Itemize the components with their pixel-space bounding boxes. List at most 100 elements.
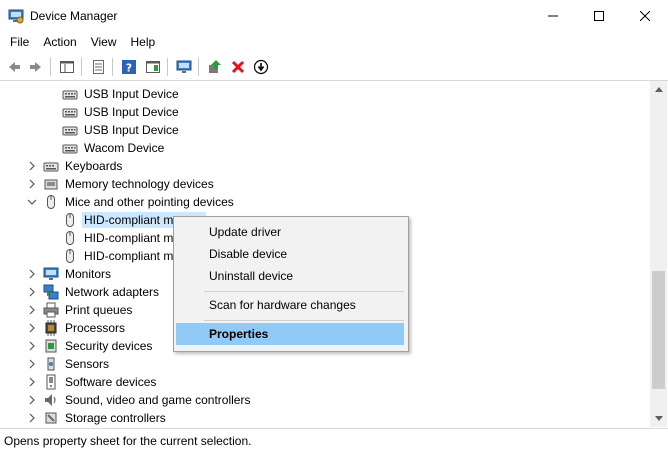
hid-keyboard-icon [62, 122, 78, 138]
monitor-icon[interactable] [174, 57, 194, 77]
chevron-right-icon[interactable] [26, 304, 38, 316]
keyboard-icon [43, 158, 59, 174]
hid-keyboard-icon [62, 86, 78, 102]
security-device-icon [43, 338, 59, 354]
chevron-right-icon[interactable] [26, 340, 38, 352]
storage-controller-icon [43, 410, 59, 426]
toolbar: ? [0, 54, 668, 81]
title-bar: Device Manager [0, 0, 668, 32]
menu-item-label: Uninstall device [209, 269, 294, 283]
device-manager-icon [8, 8, 24, 24]
scroll-down-icon[interactable] [650, 410, 667, 427]
chevron-right-icon[interactable] [26, 178, 38, 190]
minimize-button[interactable] [530, 0, 576, 32]
memory-card-icon [43, 176, 59, 192]
hid-keyboard-icon [62, 140, 78, 156]
tree-item[interactable]: USB Input Device [0, 103, 650, 121]
chevron-down-icon[interactable] [26, 196, 38, 208]
back-icon[interactable] [4, 57, 24, 77]
menu-action[interactable]: Action [36, 32, 83, 52]
menu-file[interactable]: File [0, 32, 36, 52]
tree-item-label: HID-compliant m [84, 231, 174, 245]
menu-item-label: Update driver [209, 225, 282, 239]
menu-item-disable-device[interactable]: Disable device [176, 243, 404, 265]
mouse-icon [62, 230, 78, 246]
scrollbar-thumb[interactable] [652, 271, 665, 389]
tree-item-label: USB Input Device [84, 123, 179, 137]
update-driver-icon[interactable] [205, 57, 225, 77]
menu-view[interactable]: View [84, 32, 124, 52]
tree-category-storage[interactable]: Storage controllers [0, 409, 650, 427]
chevron-right-icon[interactable] [26, 160, 38, 172]
chevron-right-icon[interactable] [26, 376, 38, 388]
tree-item-label: Sound, video and game controllers [65, 393, 251, 407]
printer-icon [43, 302, 59, 318]
menu-item-update-driver[interactable]: Update driver [176, 221, 404, 243]
tree-item-label: Processors [65, 321, 126, 335]
show-hide-console-tree-icon[interactable] [57, 57, 77, 77]
svg-text:?: ? [126, 62, 132, 75]
menu-separator [204, 291, 404, 292]
properties-icon[interactable] [88, 57, 108, 77]
uninstall-icon[interactable] [228, 57, 248, 77]
tree-item[interactable]: USB Input Device [0, 121, 650, 139]
status-bar: Opens property sheet for the current sel… [0, 428, 668, 453]
chevron-right-icon[interactable] [26, 322, 38, 334]
menu-item-label: Properties [209, 327, 269, 341]
chevron-right-icon[interactable] [26, 286, 38, 298]
software-device-icon [43, 374, 59, 390]
action-pane-icon[interactable] [143, 57, 163, 77]
tree-category-sensors[interactable]: Sensors [0, 355, 650, 373]
tree-item-label: Monitors [65, 267, 112, 281]
tree-item-label: Software devices [65, 375, 157, 389]
chevron-right-icon[interactable] [26, 358, 38, 370]
speaker-icon [43, 392, 59, 408]
tree-category-memory[interactable]: Memory technology devices [0, 175, 650, 193]
menu-help[interactable]: Help [124, 32, 163, 52]
chevron-right-icon[interactable] [26, 394, 38, 406]
mouse-icon [62, 212, 78, 228]
menu-item-scan-hardware[interactable]: Scan for hardware changes [176, 294, 404, 316]
tree-item-label: Memory technology devices [65, 177, 214, 191]
chevron-right-icon[interactable] [26, 412, 38, 424]
tree-item-label: Print queues [65, 303, 133, 317]
menu-item-uninstall-device[interactable]: Uninstall device [176, 265, 404, 287]
tree-item[interactable]: Wacom Device [0, 139, 650, 157]
hid-keyboard-icon [62, 104, 78, 120]
device-manager-window: Device Manager File Action View Help ? U… [0, 0, 668, 453]
monitor-icon [43, 266, 59, 282]
tree-item-label: Network adapters [65, 285, 160, 299]
menu-item-label: Scan for hardware changes [209, 298, 356, 312]
scan-hardware-icon[interactable] [251, 57, 271, 77]
menu-item-properties[interactable]: Properties [176, 323, 404, 345]
mouse-icon [62, 248, 78, 264]
context-menu: Update driver Disable device Uninstall d… [173, 216, 409, 352]
tree-item-label: HID-compliant m [84, 249, 174, 263]
tree-item-label: Wacom Device [84, 141, 165, 155]
tree-category-mice[interactable]: Mice and other pointing devices [0, 193, 650, 211]
maximize-button[interactable] [576, 0, 622, 32]
tree-item-label: Mice and other pointing devices [65, 195, 234, 209]
processor-icon [43, 320, 59, 336]
sensor-icon [43, 356, 59, 372]
tree-item-label: USB Input Device [84, 105, 179, 119]
forward-icon[interactable] [26, 57, 46, 77]
tree-item-label: Security devices [65, 339, 153, 353]
vertical-scrollbar[interactable] [650, 81, 667, 427]
tree-category-software[interactable]: Software devices [0, 373, 650, 391]
close-button[interactable] [622, 0, 668, 32]
scroll-up-icon[interactable] [650, 81, 667, 98]
help-icon[interactable]: ? [119, 57, 139, 77]
tree-item-label: Keyboards [65, 159, 123, 173]
menu-bar: File Action View Help [0, 32, 668, 52]
tree-category-sound[interactable]: Sound, video and game controllers [0, 391, 650, 409]
menu-item-label: Disable device [209, 247, 288, 261]
window-title: Device Manager [30, 9, 118, 23]
status-text: Opens property sheet for the current sel… [4, 434, 252, 448]
tree-category-keyboards[interactable]: Keyboards [0, 157, 650, 175]
tree-item-label: Sensors [65, 357, 110, 371]
tree-item-label: USB Input Device [84, 87, 179, 101]
chevron-right-icon[interactable] [26, 268, 38, 280]
menu-separator [204, 320, 404, 321]
tree-item[interactable]: USB Input Device [0, 85, 650, 103]
